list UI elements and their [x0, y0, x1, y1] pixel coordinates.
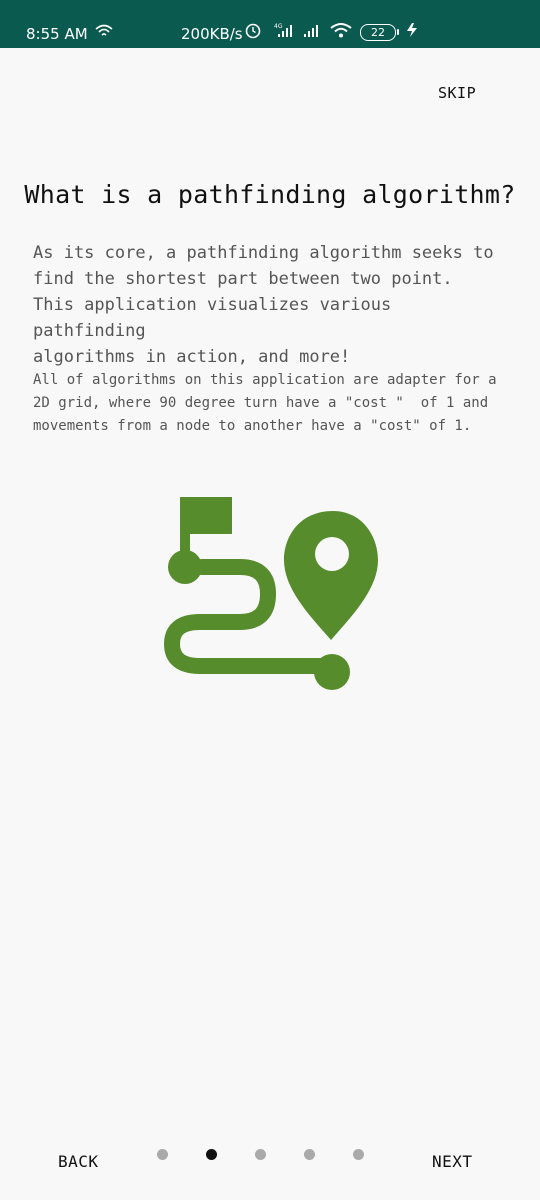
detail-paragraph: All of algorithms on this application ar…: [33, 369, 513, 438]
signal-4g-icon: 4G: [270, 22, 294, 42]
detail-line: movements from a node to another have a …: [33, 418, 472, 434]
network-speed: 200KB/s: [181, 25, 243, 43]
page-dot[interactable]: [353, 1149, 364, 1160]
intro-paragraph: As its core, a pathfinding algorithm see…: [33, 240, 503, 370]
page-dot-active[interactable]: [206, 1149, 217, 1160]
signal-icon: [302, 22, 322, 42]
detail-line: All of algorithms on this application ar…: [33, 372, 497, 388]
intro-line: This application visualizes various path…: [33, 295, 392, 341]
status-bar: 8:55 AM 200KB/s 4G 22: [0, 0, 540, 48]
detail-line: 2D grid, where 90 degree turn have a "co…: [33, 395, 489, 411]
page-dot[interactable]: [255, 1149, 266, 1160]
svg-text:4G: 4G: [274, 23, 283, 30]
status-time: 8:55 AM: [26, 25, 88, 43]
back-button[interactable]: BACK: [58, 1152, 99, 1171]
intro-line: As its core, a pathfinding algorithm see…: [33, 243, 494, 263]
intro-line: find the shortest part between two point…: [33, 269, 453, 289]
route-path-icon: [160, 494, 385, 694]
charging-icon: [404, 22, 422, 42]
page-indicator: [157, 1149, 364, 1160]
battery-icon: 22: [360, 23, 399, 41]
next-button[interactable]: NEXT: [432, 1152, 473, 1171]
wifi-icon: [330, 22, 352, 42]
battery-level: 22: [371, 25, 385, 39]
intro-line: algorithms in action, and more!: [33, 347, 351, 367]
page-title: What is a pathfinding algorithm?: [24, 180, 516, 209]
page-dot[interactable]: [157, 1149, 168, 1160]
alarm-icon: [244, 21, 262, 43]
skip-button[interactable]: SKIP: [438, 84, 476, 102]
onboarding-screen: 8:55 AM 200KB/s 4G 22 SKIP What is a pat…: [0, 0, 540, 1200]
wifi-icon: [95, 24, 113, 42]
page-dot[interactable]: [304, 1149, 315, 1160]
